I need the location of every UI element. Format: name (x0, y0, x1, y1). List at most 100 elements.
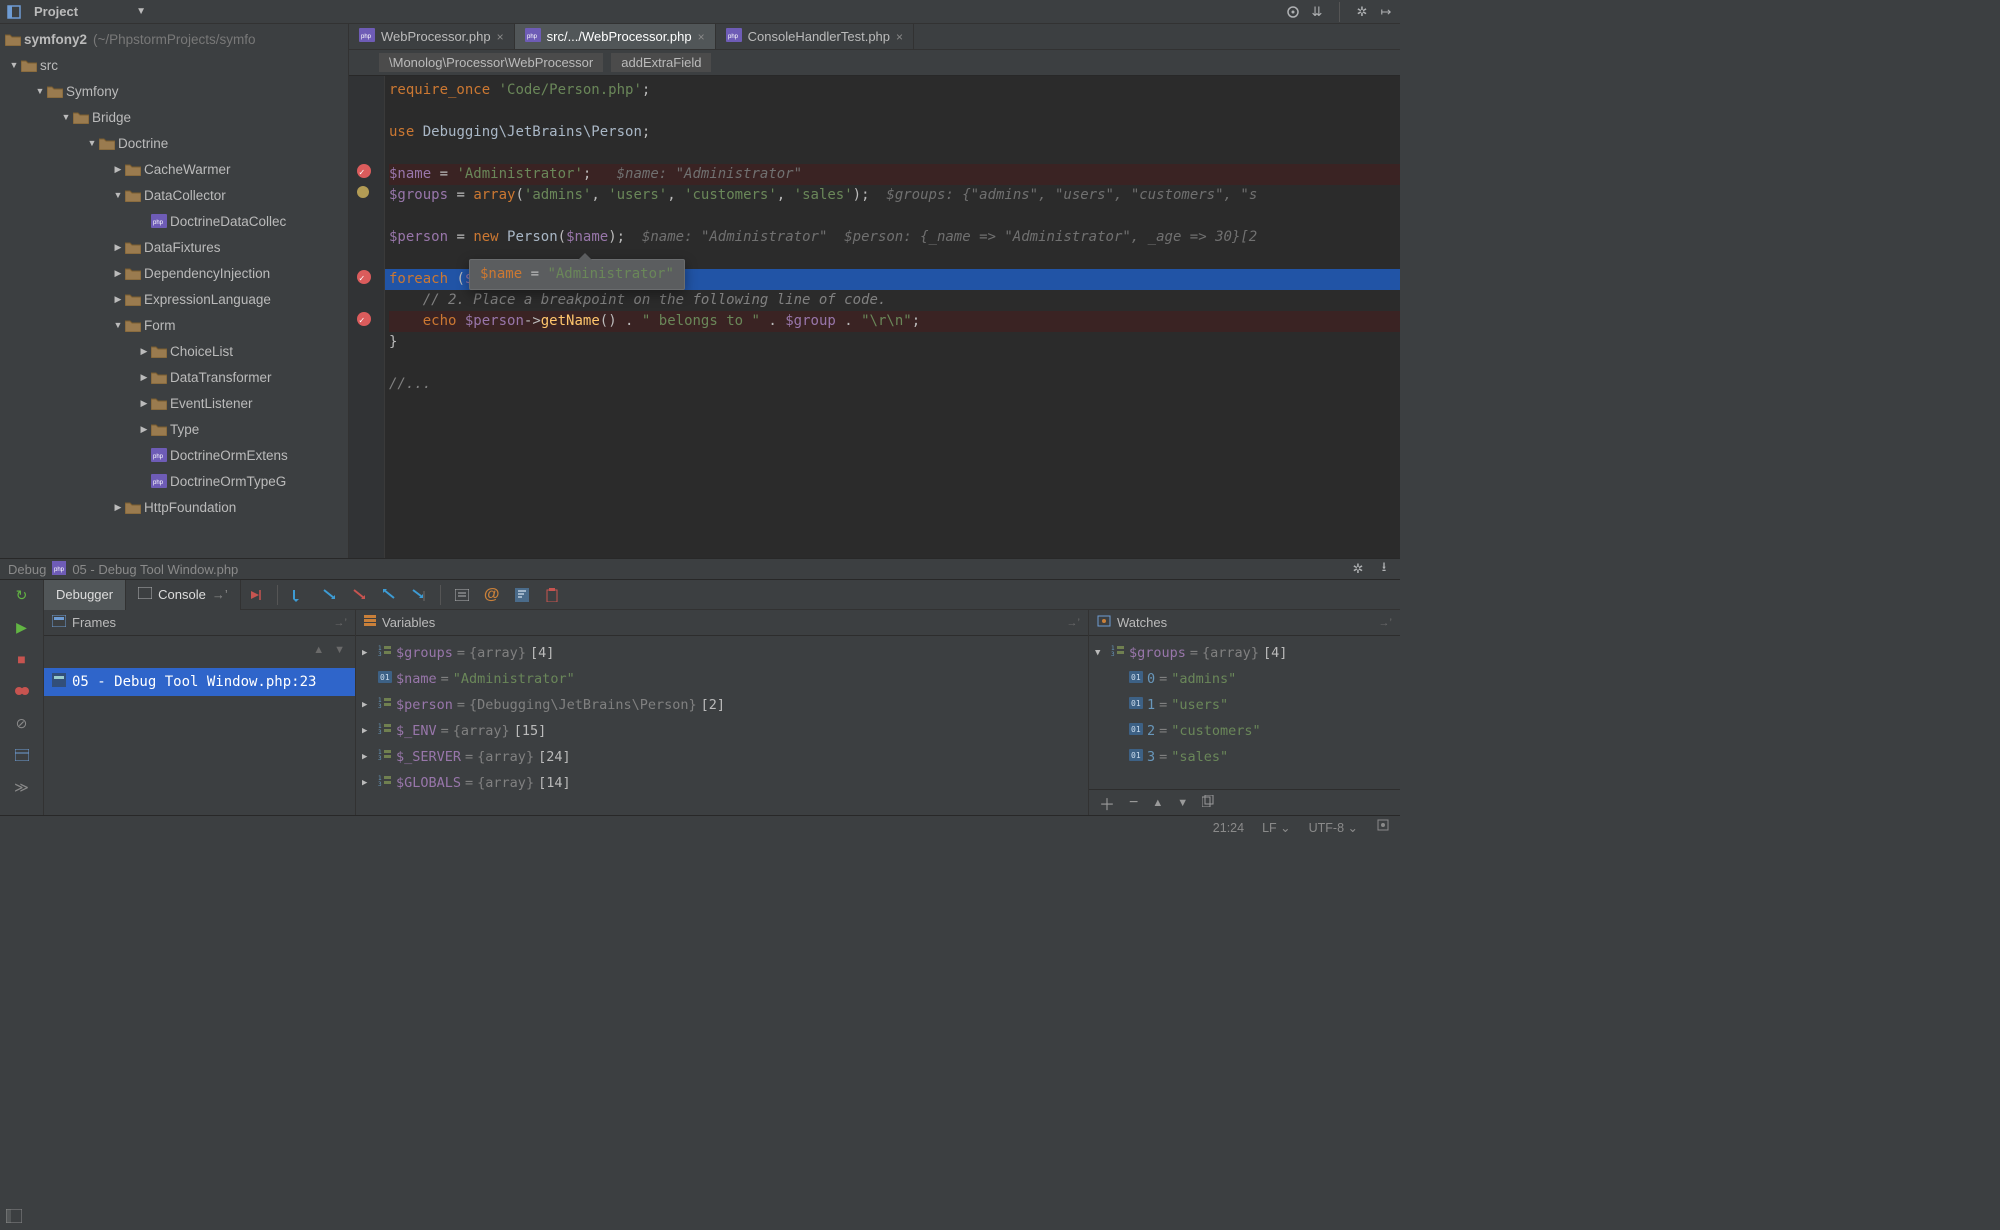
run-to-cursor-icon[interactable] (408, 584, 430, 606)
tree-folder[interactable]: ▼src (0, 52, 348, 78)
variable-row[interactable]: 01 $name = "Administrator" (356, 666, 1088, 692)
watch-up-icon[interactable]: ▲ (1152, 797, 1163, 809)
chevron-down-icon[interactable]: ▼ (34, 86, 46, 96)
variable-row[interactable]: ▶13 $_SERVER = {array} [24] (356, 744, 1088, 770)
tree-file[interactable]: phpDoctrineOrmTypeG (0, 468, 348, 494)
mute-bp-icon[interactable]: ⊘ (13, 714, 31, 732)
download-icon[interactable]: ⭳ (1376, 561, 1392, 577)
tree-folder[interactable]: ▶DataFixtures (0, 234, 348, 260)
chevron-right-icon[interactable]: ▶ (112, 242, 124, 253)
thread-down-icon[interactable]: ▼ (334, 644, 345, 656)
collapse-icon[interactable]: ▼ (1095, 648, 1107, 658)
watch-item[interactable]: 01 1 = "users" (1089, 692, 1400, 718)
watch-row[interactable]: ▼13 $groups = {array} [4] (1089, 640, 1400, 666)
expand-icon[interactable]: ▶ (362, 700, 374, 710)
tree-folder[interactable]: ▼Doctrine (0, 130, 348, 156)
breadcrumb-item[interactable]: \Monolog\Processor\WebProcessor (379, 53, 603, 72)
expand-icon[interactable]: ▶ (362, 752, 374, 762)
expand-icon[interactable]: ▶ (362, 778, 374, 788)
locate-icon[interactable] (1285, 4, 1301, 20)
close-icon[interactable]: × (698, 30, 705, 44)
inspection-icon[interactable] (1376, 819, 1390, 836)
project-view-icon[interactable] (6, 4, 22, 20)
hide-panel-icon[interactable]: →’ (1067, 617, 1080, 629)
editor-tab[interactable]: phpWebProcessor.php× (349, 24, 515, 49)
at-icon[interactable]: @ (481, 584, 503, 606)
tree-folder[interactable]: ▶DependencyInjection (0, 260, 348, 286)
editor-tab[interactable]: phpsrc/.../WebProcessor.php× (515, 24, 716, 49)
chevron-right-icon[interactable]: ▶ (112, 268, 124, 279)
tree-file[interactable]: phpDoctrineDataCollec (0, 208, 348, 234)
chevron-right-icon[interactable]: ▶ (138, 398, 150, 409)
breakpoint-icon[interactable] (357, 164, 371, 178)
chevron-right-icon[interactable]: ▶ (112, 164, 124, 175)
gear-icon[interactable]: ✲ (1350, 561, 1366, 577)
tool-windows-icon[interactable] (6, 1209, 22, 1226)
watch-down-icon[interactable]: ▼ (1177, 797, 1188, 809)
tree-folder[interactable]: ▶DataTransformer (0, 364, 348, 390)
project-root[interactable]: symfony2 (~/PhpstormProjects/symfo (0, 26, 348, 52)
lightbulb-icon[interactable] (357, 186, 369, 198)
resume-icon[interactable]: ▶ (13, 618, 31, 636)
tree-folder[interactable]: ▶HttpFoundation (0, 494, 348, 520)
step-over-icon[interactable] (288, 584, 310, 606)
expand-icon[interactable]: ▶ (362, 726, 374, 736)
gear-icon[interactable]: ✲ (1354, 4, 1370, 20)
more-icon[interactable]: ≫ (13, 778, 31, 796)
chevron-down-icon[interactable]: ▼ (8, 60, 20, 70)
rerun-icon[interactable]: ↻ (13, 586, 31, 604)
breakpoint-icon[interactable] (357, 312, 371, 326)
chevron-right-icon[interactable]: ▶ (138, 372, 150, 383)
line-ending[interactable]: LF ⌄ (1262, 820, 1291, 835)
chevron-right-icon[interactable]: ▶ (138, 424, 150, 435)
breadcrumb-item[interactable]: addExtraField (611, 53, 711, 72)
tree-folder[interactable]: ▶Type (0, 416, 348, 442)
debugger-tab[interactable]: Debugger (44, 580, 126, 610)
watch-item[interactable]: 01 0 = "admins" (1089, 666, 1400, 692)
chevron-down-icon[interactable]: ▼ (86, 138, 98, 148)
project-dropdown[interactable]: Project (34, 4, 78, 19)
gutter[interactable] (349, 76, 385, 558)
copy-watch-icon[interactable] (1202, 794, 1214, 812)
tree-folder[interactable]: ▼Bridge (0, 104, 348, 130)
chevron-down-icon[interactable]: ▼ (112, 190, 124, 200)
expand-icon[interactable]: ▶ (362, 648, 374, 658)
watch-item[interactable]: 01 2 = "customers" (1089, 718, 1400, 744)
tree-folder[interactable]: ▶ChoiceList (0, 338, 348, 364)
hide-panel-icon[interactable]: →’ (334, 617, 347, 629)
force-step-into-icon[interactable] (348, 584, 370, 606)
step-into-icon[interactable] (318, 584, 340, 606)
close-icon[interactable]: × (896, 30, 903, 44)
evaluate-icon[interactable] (451, 584, 473, 606)
hide-panel-icon[interactable]: →’ (1379, 617, 1392, 629)
tree-folder[interactable]: ▼Form (0, 312, 348, 338)
remove-watch-icon[interactable]: − (1129, 794, 1138, 812)
tree-folder[interactable]: ▶EventListener (0, 390, 348, 416)
step-out-icon[interactable] (378, 584, 400, 606)
stop-icon[interactable]: ■ (13, 650, 31, 668)
caret-position[interactable]: 21:24 (1213, 821, 1244, 835)
chevron-down-icon[interactable]: ▼ (136, 6, 146, 17)
tree-folder[interactable]: ▶ExpressionLanguage (0, 286, 348, 312)
chevron-right-icon[interactable]: ▶ (112, 502, 124, 513)
hide-icon[interactable]: ↦ (1378, 4, 1394, 20)
expand-all-icon[interactable]: ⇊ (1309, 4, 1325, 20)
console-tab[interactable]: Console →’ (126, 580, 241, 610)
encoding[interactable]: UTF-8 ⌄ (1309, 820, 1358, 835)
chevron-down-icon[interactable]: ▼ (60, 112, 72, 122)
chevron-down-icon[interactable]: ▼ (112, 320, 124, 330)
clipboard-icon[interactable] (541, 584, 563, 606)
chevron-right-icon[interactable]: ▶ (138, 346, 150, 357)
watch-item[interactable]: 01 3 = "sales" (1089, 744, 1400, 770)
breakpoints-icon[interactable] (13, 682, 31, 700)
code-editor[interactable]: require_once 'Code/Person.php'; use Debu… (349, 76, 1400, 558)
thread-up-icon[interactable]: ▲ (313, 644, 324, 656)
editor-tab[interactable]: phpConsoleHandlerTest.php× (716, 24, 914, 49)
variable-row[interactable]: ▶13 $_ENV = {array} [15] (356, 718, 1088, 744)
variable-row[interactable]: ▶13 $person = {Debugging\JetBrains\Perso… (356, 692, 1088, 718)
tree-folder[interactable]: ▼DataCollector (0, 182, 348, 208)
close-icon[interactable]: × (497, 30, 504, 44)
chevron-right-icon[interactable]: ▶ (112, 294, 124, 305)
tree-folder[interactable]: ▼Symfony (0, 78, 348, 104)
variable-row[interactable]: ▶13 $GLOBALS = {array} [14] (356, 770, 1088, 796)
